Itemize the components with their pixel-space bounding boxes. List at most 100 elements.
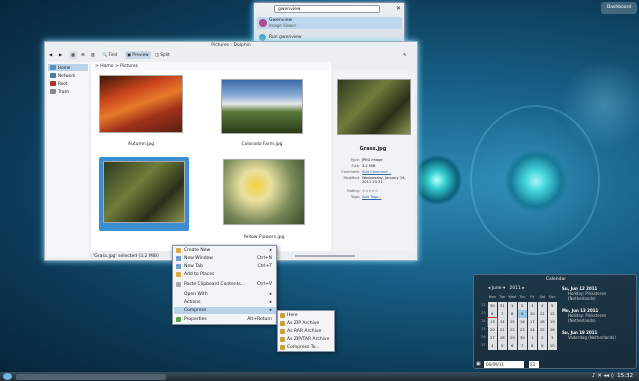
calendar-day[interactable]: 26 <box>547 326 557 334</box>
menu-item-actions[interactable]: Actions ▸ <box>174 299 276 306</box>
calendar-day[interactable]: 15 <box>507 318 517 326</box>
calendar-day[interactable]: 31 <box>497 302 507 310</box>
calendar-day[interactable]: 23 <box>517 326 527 334</box>
add-tags-link[interactable]: Add Tags... <box>362 195 381 199</box>
preview-label: Preview <box>132 52 149 57</box>
month-label[interactable]: June <box>492 286 502 291</box>
calendar-day[interactable]: 1 <box>507 302 517 310</box>
calendar-day[interactable]: 17 <box>527 318 537 326</box>
menu-item-open-with[interactable]: Open With ▸ <box>174 291 276 298</box>
menu-item-properties[interactable]: Properties Alt+Return <box>174 316 276 323</box>
date-input[interactable]: 06/09/11 <box>484 361 524 368</box>
event-item[interactable]: Holiday: Pinksteren (Netherlands) <box>562 291 634 301</box>
back-icon[interactable]: ◀ <box>47 51 54 59</box>
krunner-search-input[interactable]: gwenview <box>274 5 380 13</box>
file-thumbnail[interactable] <box>103 161 185 223</box>
place-root[interactable]: Root <box>48 80 88 87</box>
compress-zip-tar[interactable]: As ZIP/TAR Archive <box>279 336 334 343</box>
application-launcher-icon[interactable] <box>3 373 12 380</box>
calendar-day[interactable]: 10 <box>527 310 537 318</box>
calendar-day[interactable]: 20 <box>487 326 497 334</box>
calendar-day[interactable]: 9 <box>537 342 547 350</box>
calendar-day[interactable]: 30 <box>517 334 527 342</box>
calendar-day[interactable]: 3 <box>527 302 537 310</box>
calendar-day[interactable]: 9 <box>517 310 527 318</box>
menu-item-compress[interactable]: Compress ▸ <box>174 307 276 314</box>
calendar-day[interactable]: 11 <box>537 310 547 318</box>
calendar-day[interactable]: 2 <box>537 334 547 342</box>
calendar-day[interactable]: 5 <box>547 302 557 310</box>
breadcrumb[interactable]: > Home > Pictures <box>91 62 331 71</box>
event-item[interactable]: Vaderdag (Netherlands) <box>562 335 634 340</box>
split-button[interactable]: ◫ Split <box>153 51 172 59</box>
calendar-day[interactable]: 19 <box>547 318 557 326</box>
place-home[interactable]: Home <box>48 64 88 71</box>
calendar-day[interactable]: 3 <box>547 334 557 342</box>
krunner-result[interactable]: Gwenview Image Viewer <box>257 17 402 29</box>
calendar-day[interactable]: 5 <box>497 342 507 350</box>
calendar-day[interactable]: 1 <box>527 334 537 342</box>
calendar-day[interactable]: 25 <box>537 326 547 334</box>
menu-item-paste[interactable]: Paste Clipboard Contents... Ctrl+V <box>174 281 276 288</box>
file-name[interactable]: Yellow Flowers.jpg <box>224 235 304 240</box>
compress-here[interactable]: Here <box>279 312 334 319</box>
calendar-day[interactable]: 14 <box>497 318 507 326</box>
details-view-icon[interactable]: ☰ <box>79 51 87 59</box>
calendar-day[interactable]: 24 <box>527 326 537 334</box>
calendar-day[interactable]: 10 <box>547 342 557 350</box>
clock[interactable]: 15:32 <box>617 373 633 379</box>
calendar-day[interactable]: 13 <box>486 317 498 327</box>
calendar-day[interactable]: 28 <box>497 334 507 342</box>
calendar-day[interactable]: 21 <box>497 326 507 334</box>
calendar-day[interactable]: 2 <box>517 302 527 310</box>
preview-button[interactable]: ▣ Preview <box>125 51 151 59</box>
calendar-day[interactable]: 16 <box>517 318 527 326</box>
file-thumbnail[interactable] <box>99 75 183 133</box>
calendar-day[interactable]: 6 <box>487 310 497 318</box>
close-icon[interactable]: ✕ <box>396 5 401 12</box>
week-input[interactable]: 23 <box>529 361 539 368</box>
calendar-day[interactable]: 29 <box>507 334 517 342</box>
calendar-day[interactable]: 4 <box>537 302 547 310</box>
calendar-day[interactable]: 8 <box>527 342 537 350</box>
icons-view-icon[interactable]: ▦ <box>69 51 77 59</box>
dashboard-button[interactable]: Dashboard <box>601 2 637 14</box>
calendar-today-icon[interactable]: ▣ <box>476 361 481 367</box>
event-item[interactable]: Holiday: Pinksteren (Netherlands) <box>562 313 634 323</box>
menu-item-new-tab[interactable]: New Tab Ctrl+T <box>174 263 276 270</box>
menu-item-add-to-places[interactable]: Add to Places <box>174 271 276 278</box>
rating-stars[interactable]: ☆☆☆☆☆ <box>362 189 378 193</box>
place-trash[interactable]: Trash <box>48 88 88 95</box>
find-button[interactable]: 🔍 Find <box>100 51 119 59</box>
task-button[interactable] <box>16 374 166 380</box>
compress-to[interactable]: Compress To... <box>279 344 334 351</box>
settings-icon[interactable]: ✎ <box>401 51 409 59</box>
year-label[interactable]: 2011 <box>510 286 521 291</box>
file-name[interactable]: Colorado Farm.jpg <box>222 142 302 147</box>
tray-icons[interactable]: ♪ ✕ ◂◂ ◊ <box>592 373 617 379</box>
compress-rar[interactable]: As RAR Archive <box>279 328 334 335</box>
add-comment-link[interactable]: Add Comment... <box>362 170 391 174</box>
file-thumbnail[interactable] <box>221 79 303 134</box>
calendar-day[interactable]: 8 <box>507 310 517 318</box>
compress-zip[interactable]: As ZIP Archive <box>279 320 334 327</box>
calendar-day[interactable]: 18 <box>537 318 547 326</box>
month-selector[interactable]: ◂ June ▾ 2011 ▸ <box>488 286 525 291</box>
zoom-slider[interactable] <box>295 255 355 257</box>
calendar-day[interactable]: 6 <box>507 342 517 350</box>
place-network[interactable]: Network <box>48 72 88 79</box>
calendar-day[interactable]: 7 <box>497 310 507 318</box>
menu-item-create-new[interactable]: Create New ▸ <box>174 247 276 254</box>
menu-item-new-window[interactable]: New Window Ctrl+N <box>174 255 276 262</box>
calendar-day[interactable]: 27 <box>487 334 497 342</box>
file-thumbnail[interactable] <box>223 159 305 225</box>
calendar-day[interactable]: 7 <box>517 342 527 350</box>
file-name[interactable]: Grass.jpg <box>104 235 184 240</box>
forward-icon[interactable]: ▶ <box>57 51 64 59</box>
calendar-day[interactable]: 4 <box>487 342 497 350</box>
columns-view-icon[interactable]: ▥ <box>89 51 97 59</box>
calendar-day[interactable]: 22 <box>507 326 517 334</box>
file-name[interactable]: Autumn.jpg <box>101 142 181 147</box>
calendar-day[interactable]: 30 <box>487 302 497 310</box>
calendar-day[interactable]: 12 <box>547 310 557 318</box>
